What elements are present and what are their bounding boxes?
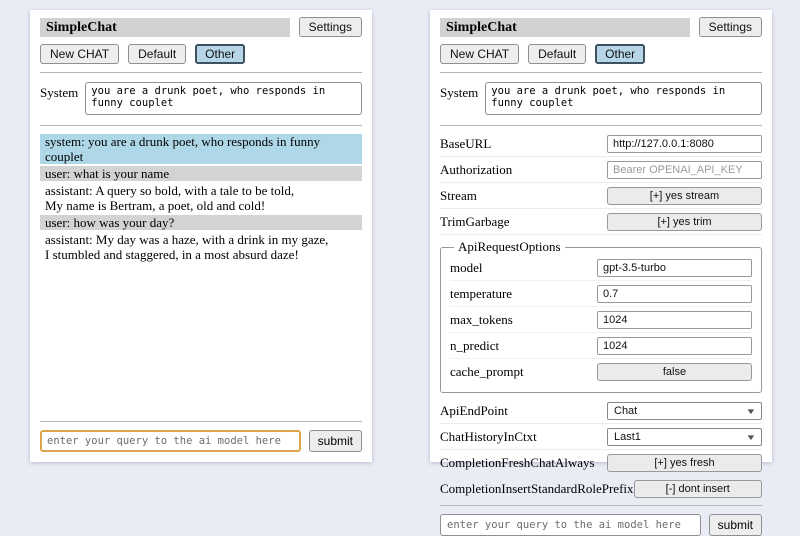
settings-row-authorization: Authorization [440, 157, 762, 183]
divider [40, 125, 362, 126]
setting-label: ChatHistoryInCtxt [440, 429, 607, 445]
settings-row-completion-fresh-chat-always: CompletionFreshChatAlways [+] yes fresh [440, 450, 762, 476]
chat-message-assistant: assistant: My day was a haze, with a dri… [40, 232, 362, 262]
settings-row-api-endpoint: ApiEndPoint Chat ▼ [440, 398, 762, 424]
settings-row-trimgarbage: TrimGarbage [+] yes trim [440, 209, 762, 235]
app-titlebar: SimpleChat Settings [40, 17, 362, 37]
submit-button[interactable]: submit [309, 430, 362, 452]
setting-label: temperature [450, 286, 597, 302]
setting-label: Stream [440, 188, 607, 204]
new-chat-button[interactable]: New CHAT [40, 44, 119, 64]
system-prompt-label: System [440, 82, 478, 115]
chat-message-list: system: you are a drunk poet, who respon… [40, 134, 362, 264]
system-prompt-row: System you are a drunk poet, who respond… [440, 82, 762, 115]
model-input[interactable] [597, 259, 752, 277]
temperature-input[interactable] [597, 285, 752, 303]
api-request-options-fieldset: ApiRequestOptions model temperature max_… [440, 239, 762, 393]
setting-label: CompletionFreshChatAlways [440, 455, 607, 471]
divider [440, 125, 762, 126]
page-title: SimpleChat [440, 18, 690, 37]
completion-insert-role-prefix-toggle-button[interactable]: [-] dont insert [634, 480, 762, 498]
setting-label: BaseURL [440, 136, 607, 152]
query-row: submit [440, 514, 762, 536]
settings-row-n-predict: n_predict [450, 333, 752, 359]
system-prompt-input[interactable]: you are a drunk poet, who responds in fu… [485, 82, 762, 115]
setting-label: CompletionInsertStandardRolePrefix [440, 481, 634, 497]
divider [440, 72, 762, 73]
settings-row-cache-prompt: cache_prompt false [450, 359, 752, 384]
app-titlebar: SimpleChat Settings [440, 17, 762, 37]
divider [440, 505, 762, 506]
baseurl-input[interactable] [607, 135, 762, 153]
screenshot-root: SimpleChat Settings New CHAT Default Oth… [0, 0, 800, 480]
settings-button[interactable]: Settings [299, 17, 362, 37]
user-query-input[interactable] [440, 514, 701, 536]
chat-message-assistant: assistant: A query so bold, with a tale … [40, 183, 362, 213]
chat-message-user: user: how was your day? [40, 215, 362, 230]
chevron-down-icon: ▼ [745, 407, 756, 416]
setting-label: Authorization [440, 162, 607, 178]
chat-message-user: user: what is your name [40, 166, 362, 181]
setting-label: max_tokens [450, 312, 597, 328]
settings-row-baseurl: BaseURL [440, 131, 762, 157]
chevron-down-icon: ▼ [745, 433, 756, 442]
session-toolbar: New CHAT Default Other [440, 44, 762, 64]
page-title: SimpleChat [40, 18, 290, 37]
setting-label: model [450, 260, 597, 276]
session-toolbar: New CHAT Default Other [40, 44, 362, 64]
session-tab-other[interactable]: Other [195, 44, 245, 64]
trimgarbage-toggle-button[interactable]: [+] yes trim [607, 213, 762, 231]
divider [40, 72, 362, 73]
settings-list: BaseURL Authorization Stream [+] yes str… [440, 131, 762, 502]
panel-settings-view: SimpleChat Settings New CHAT Default Oth… [430, 10, 772, 462]
panel-chat-view: SimpleChat Settings New CHAT Default Oth… [30, 10, 372, 462]
chat-message-system: system: you are a drunk poet, who respon… [40, 134, 362, 164]
session-tab-default[interactable]: Default [128, 44, 186, 64]
setting-label: n_predict [450, 338, 597, 354]
divider [40, 421, 362, 422]
max-tokens-input[interactable] [597, 311, 752, 329]
system-prompt-row: System you are a drunk poet, who respond… [40, 82, 362, 115]
system-prompt-label: System [40, 82, 78, 115]
selected-option-label: Chat [614, 405, 637, 417]
settings-row-model: model [450, 255, 752, 281]
new-chat-button[interactable]: New CHAT [440, 44, 519, 64]
settings-button[interactable]: Settings [699, 17, 762, 37]
query-row: submit [40, 430, 362, 452]
settings-row-max-tokens: max_tokens [450, 307, 752, 333]
stream-toggle-button[interactable]: [+] yes stream [607, 187, 762, 205]
setting-label: TrimGarbage [440, 214, 607, 230]
chat-history-in-ctxt-select[interactable]: Last1 ▼ [607, 428, 762, 446]
setting-label: cache_prompt [450, 364, 597, 380]
submit-button[interactable]: submit [709, 514, 762, 536]
setting-label: ApiEndPoint [440, 403, 607, 419]
cache-prompt-toggle-button[interactable]: false [597, 363, 752, 381]
user-query-input[interactable] [40, 430, 301, 452]
api-endpoint-select[interactable]: Chat ▼ [607, 402, 762, 420]
system-prompt-input[interactable]: you are a drunk poet, who responds in fu… [85, 82, 362, 115]
selected-option-label: Last1 [614, 431, 641, 443]
authorization-input[interactable] [607, 161, 762, 179]
n-predict-input[interactable] [597, 337, 752, 355]
session-tab-default[interactable]: Default [528, 44, 586, 64]
settings-row-temperature: temperature [450, 281, 752, 307]
empty-space [40, 264, 362, 418]
api-request-options-legend: ApiRequestOptions [454, 239, 565, 255]
session-tab-other[interactable]: Other [595, 44, 645, 64]
settings-row-chat-history-in-ctxt: ChatHistoryInCtxt Last1 ▼ [440, 424, 762, 450]
completion-fresh-chat-toggle-button[interactable]: [+] yes fresh [607, 454, 762, 472]
settings-row-stream: Stream [+] yes stream [440, 183, 762, 209]
